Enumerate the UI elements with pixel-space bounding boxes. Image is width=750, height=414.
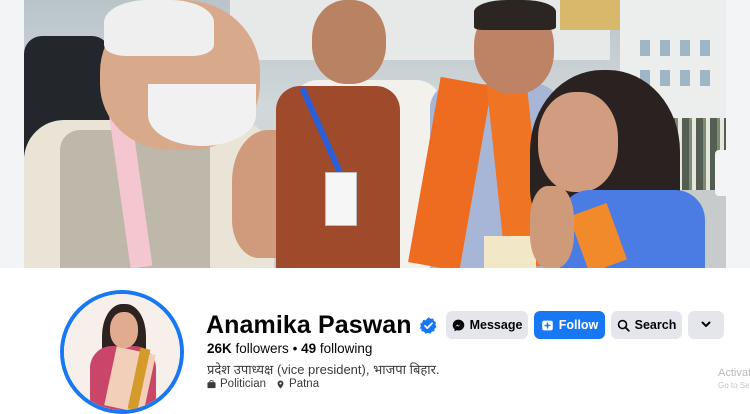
building-window	[700, 40, 710, 56]
follow-button[interactable]: Follow	[534, 311, 605, 339]
person-hair	[104, 0, 214, 56]
activation-watermark-sub: Go to Set	[718, 381, 750, 390]
category-item: Politician	[207, 378, 266, 390]
search-button[interactable]: Search	[611, 311, 682, 339]
search-icon	[617, 319, 630, 332]
stats-separator: •	[292, 341, 298, 356]
briefcase-icon	[207, 379, 216, 389]
message-button[interactable]: Message	[446, 311, 528, 339]
building-window	[660, 70, 670, 86]
follow-stats: 26K followers • 49 following	[207, 341, 372, 356]
person-hair	[474, 0, 556, 30]
more-options-button[interactable]	[688, 311, 724, 339]
chevron-down-icon	[700, 318, 712, 333]
location-label[interactable]: Patna	[289, 378, 319, 390]
building-window	[680, 70, 690, 86]
person-head	[312, 0, 386, 84]
card	[484, 236, 536, 268]
followers-label[interactable]: followers	[236, 341, 289, 356]
building-window	[680, 40, 690, 56]
building-window	[660, 40, 670, 56]
person-beard	[148, 84, 256, 146]
name-row: Anamika Paswan	[206, 308, 438, 342]
followers-count[interactable]: 26K	[207, 341, 232, 356]
building-window	[640, 40, 650, 56]
messenger-icon	[452, 319, 465, 332]
cover-photo[interactable]	[0, 0, 750, 268]
avatar-face	[110, 312, 138, 348]
location-item: Patna	[276, 378, 319, 390]
cover-edge	[0, 0, 24, 268]
following-label[interactable]: following	[320, 341, 373, 356]
profile-bio: प्रदेश उपाध्यक्ष (vice president), भाजपा…	[207, 362, 440, 377]
person-hands	[530, 186, 574, 268]
profile-avatar[interactable]	[60, 290, 184, 414]
add-follow-icon	[541, 319, 554, 332]
cover-edge	[726, 0, 750, 268]
profile-details: Politician Patna	[207, 378, 329, 390]
category-label: Politician	[220, 378, 267, 390]
location-pin-icon	[276, 379, 285, 389]
message-label: Message	[469, 318, 523, 332]
profile-name: Anamika Paswan	[206, 310, 412, 339]
verified-badge-icon	[419, 316, 438, 335]
search-label: Search	[634, 318, 677, 332]
person-face	[538, 92, 618, 192]
following-count[interactable]: 49	[301, 341, 316, 356]
building-window	[700, 70, 710, 86]
avatar-image	[64, 294, 180, 410]
activation-watermark: Activate	[718, 367, 750, 379]
id-card	[325, 172, 357, 226]
follow-label: Follow	[558, 318, 599, 332]
